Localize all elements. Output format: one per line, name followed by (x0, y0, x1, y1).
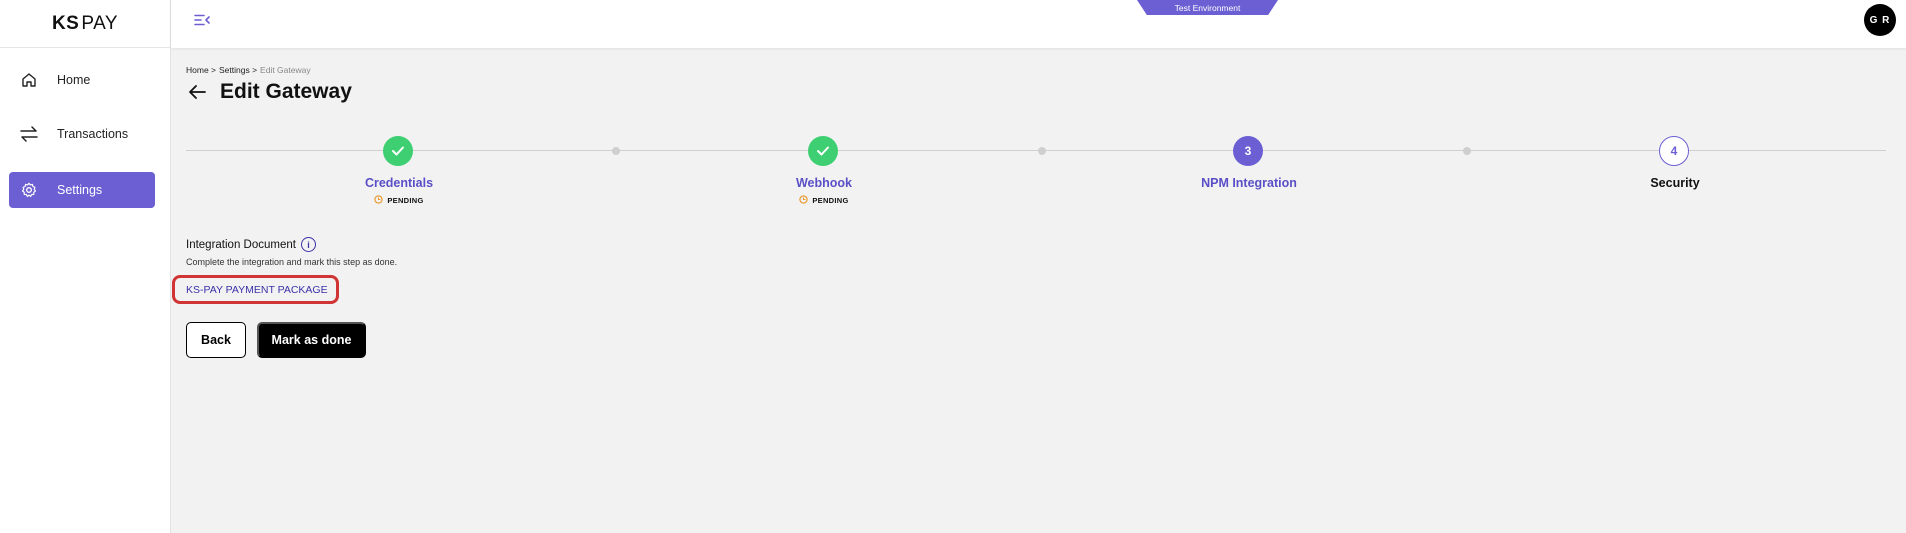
stepper-track (186, 150, 1886, 151)
step-status-webhook: PENDING (724, 195, 924, 206)
logo-ks: KS (51, 12, 80, 34)
integration-description: Complete the integration and mark this s… (186, 257, 398, 267)
step-number-security[interactable]: 4 (1659, 136, 1689, 166)
step-label-security[interactable]: Security (1575, 176, 1775, 190)
stepper-dot (1038, 147, 1046, 155)
status-text: PENDING (812, 196, 849, 205)
user-avatar[interactable]: G R (1864, 4, 1896, 36)
integration-document-heading: Integration Document i (186, 237, 316, 252)
payment-package-link[interactable]: KS-PAY PAYMENT PACKAGE (172, 275, 339, 304)
doc-title-text: Integration Document (186, 238, 296, 251)
info-icon[interactable]: i (300, 237, 316, 252)
breadcrumb-settings[interactable]: Settings > (219, 65, 257, 75)
back-arrow-icon[interactable] (186, 81, 208, 103)
status-text: PENDING (387, 196, 424, 205)
breadcrumb-current: Edit Gateway (260, 65, 311, 75)
step-label-npm-integration[interactable]: NPM Integration (1149, 176, 1349, 190)
stepper-dot (1463, 147, 1471, 155)
pending-clock-icon (799, 195, 809, 206)
step-status-credentials: PENDING (299, 195, 499, 206)
stepper-dot (612, 147, 620, 155)
back-button[interactable]: Back (186, 322, 246, 358)
pending-clock-icon (374, 195, 384, 206)
logo-pay: PAY (81, 12, 119, 34)
app-logo[interactable]: KS PAY (0, 0, 170, 48)
step-number-npm[interactable]: 3 (1233, 136, 1263, 166)
home-icon (20, 71, 38, 89)
sidebar-item-settings[interactable]: Settings (9, 172, 155, 208)
step-label-credentials[interactable]: Credentials (299, 176, 499, 190)
sidebar-item-label: Transactions (57, 127, 129, 141)
sidebar: KS PAY Home Transactions Settings (0, 0, 171, 533)
breadcrumb-home[interactable]: Home > (186, 65, 216, 75)
step-label-webhook[interactable]: Webhook (724, 176, 924, 190)
gear-icon (20, 181, 38, 199)
collapse-menu-icon[interactable] (192, 11, 212, 29)
sidebar-item-transactions[interactable]: Transactions (9, 116, 155, 152)
environment-badge: Test Environment (1137, 0, 1278, 15)
step-credentials-check-icon[interactable] (383, 136, 413, 166)
top-bar: Test Environment G R (171, 0, 1906, 48)
mark-as-done-button[interactable]: Mark as done (257, 322, 366, 358)
breadcrumb: Home > Settings > Edit Gateway (186, 65, 311, 75)
transfer-arrows-icon (20, 125, 38, 143)
step-webhook-check-icon[interactable] (808, 136, 838, 166)
page-header: Edit Gateway (186, 80, 352, 104)
sidebar-item-label: Settings (57, 183, 103, 197)
page-title: Edit Gateway (220, 80, 352, 103)
sidebar-item-label: Home (57, 73, 91, 87)
sidebar-item-home[interactable]: Home (9, 62, 155, 98)
